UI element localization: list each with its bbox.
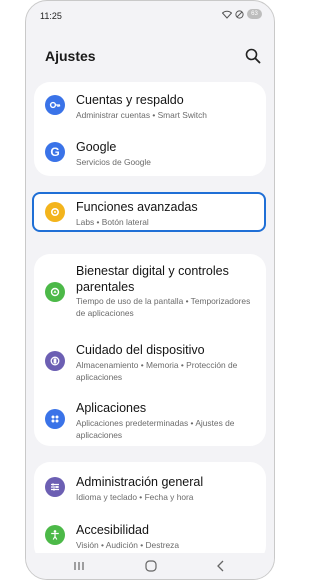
recent-apps-icon[interactable]: [72, 559, 86, 573]
item-title: Funciones avanzadas: [76, 200, 198, 214]
device-care-icon: [45, 351, 65, 371]
settings-item-cuentas[interactable]: Cuentas y respaldo Administrar cuentas •…: [34, 82, 266, 129]
home-icon[interactable]: [144, 559, 158, 573]
status-bar: 11:25 63: [26, 1, 274, 29]
item-title: Cuidado del dispositivo: [76, 343, 205, 357]
item-title: Google: [76, 140, 117, 154]
settings-item-aplicaciones[interactable]: Aplicaciones Aplicaciones predeterminada…: [34, 394, 266, 446]
search-icon[interactable]: [244, 47, 262, 65]
item-title: Aplicaciones: [76, 401, 147, 415]
status-time: 11:25: [40, 11, 62, 21]
navigation-bar: [26, 553, 274, 579]
settings-item-funciones[interactable]: Funciones avanzadas Labs • Botón lateral: [34, 192, 266, 232]
sliders-icon: [45, 477, 65, 497]
accessibility-icon: [45, 525, 65, 545]
general-card: Administración general Idioma y teclado …: [34, 462, 266, 562]
settings-item-cuidado[interactable]: Cuidado del dispositivo Almacenamiento •…: [34, 336, 266, 388]
item-subtitle: Almacenamiento • Memoria • Protección de…: [76, 360, 238, 382]
gear-plus-icon: [45, 202, 65, 222]
item-subtitle: Administrar cuentas • Smart Switch: [76, 110, 207, 120]
page-header: Ajustes: [26, 41, 274, 71]
item-title: Administración general: [76, 475, 204, 489]
settings-item-bienestar[interactable]: Bienestar digital y controles parentales…: [34, 254, 266, 322]
back-icon[interactable]: [214, 559, 228, 573]
device-card: Bienestar digital y controles parentales…: [34, 254, 266, 446]
apps-icon: [45, 409, 65, 429]
settings-item-administracion[interactable]: Administración general Idioma y teclado …: [34, 462, 266, 510]
page-title: Ajustes: [45, 48, 96, 64]
phone-screen: 11:25 63 Ajustes Cuentas y respaldo Admi…: [25, 0, 275, 580]
item-subtitle: Labs • Botón lateral: [76, 217, 149, 227]
item-subtitle: Idioma y teclado • Fecha y hora: [76, 492, 194, 502]
wellbeing-icon: [45, 282, 65, 302]
item-subtitle: Aplicaciones predeterminadas • Ajustes d…: [76, 418, 235, 440]
item-title: Accesibilidad: [76, 523, 149, 537]
item-subtitle: Visión • Audición • Destreza: [76, 540, 180, 550]
settings-item-google[interactable]: G Google Servicios de Google: [34, 129, 266, 176]
accounts-card: Cuentas y respaldo Administrar cuentas •…: [34, 82, 266, 176]
item-title: Bienestar digital y controles parentales: [76, 264, 229, 294]
item-subtitle: Servicios de Google: [76, 157, 151, 167]
item-title: Cuentas y respaldo: [76, 93, 184, 107]
battery-icon: 63: [247, 9, 262, 19]
key-icon: [45, 95, 65, 115]
system-icons: 63: [222, 9, 262, 19]
item-subtitle: Tiempo de uso de la pantalla • Temporiza…: [76, 296, 251, 318]
google-icon: G: [45, 142, 65, 162]
do-not-disturb-icon: [235, 9, 244, 19]
wifi-icon: [222, 10, 232, 19]
